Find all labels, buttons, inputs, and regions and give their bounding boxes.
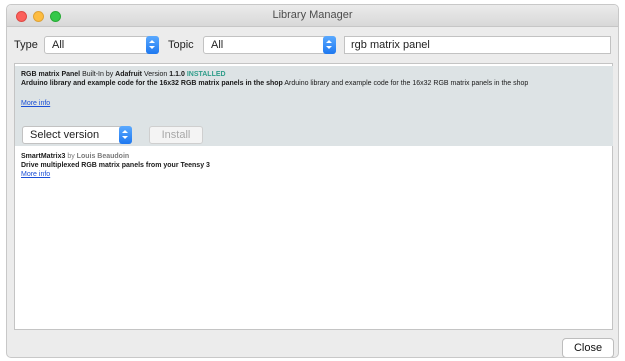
version-select-value: Select version [30,129,100,141]
library-summary: Arduino library and example code for the… [21,80,283,87]
close-button[interactable]: Close [562,338,614,357]
library-description-block: Arduino library and example code for the… [21,79,607,88]
type-select-value: All [52,39,65,51]
version-label: Version [143,71,168,78]
library-manager-window: Library Manager Type All Topic All rgb m… [6,4,619,358]
filter-bar: Type All Topic All rgb matrix panel [7,33,618,57]
by-text: by [67,153,75,160]
library-name: SmartMatrix3 [21,153,66,160]
builtin-text: Built-In by [82,71,114,78]
type-label: Type [14,39,38,51]
list-item[interactable]: RGB matrix Panel Built-In by Adafruit Ve… [15,66,613,146]
chevron-updown-icon [323,36,336,54]
topic-select-value: All [211,39,224,51]
library-name: RGB matrix Panel [21,71,81,78]
chevron-updown-icon [146,36,159,54]
library-header: SmartMatrix3 by Louis Beaudoin [21,152,607,161]
more-info-link[interactable]: More info [21,171,50,178]
installed-badge: INSTALLED [186,71,226,78]
library-description: Arduino library and example code for the… [284,80,529,87]
library-summary: Drive multiplexed RGB matrix panels from… [21,162,210,169]
topic-label: Topic [168,39,194,51]
window-title: Library Manager [272,9,353,21]
type-select[interactable]: All [44,36,159,54]
library-author: Louis Beaudoin [76,153,130,160]
search-input[interactable]: rgb matrix panel [344,36,611,54]
install-button[interactable]: Install [149,126,203,144]
chevron-updown-icon [119,126,132,144]
library-header: RGB matrix Panel Built-In by Adafruit Ve… [21,70,607,79]
library-author: Adafruit [115,71,143,78]
title-bar[interactable]: Library Manager [7,5,618,27]
list-item[interactable]: SmartMatrix3 by Louis Beaudoin Drive mul… [15,148,613,192]
version-select[interactable]: Select version [22,126,132,144]
library-version: 1.1.0 [169,71,185,78]
library-list[interactable]: RGB matrix Panel Built-In by Adafruit Ve… [14,63,613,330]
topic-select[interactable]: All [203,36,336,54]
more-info-link[interactable]: More info [21,100,50,107]
